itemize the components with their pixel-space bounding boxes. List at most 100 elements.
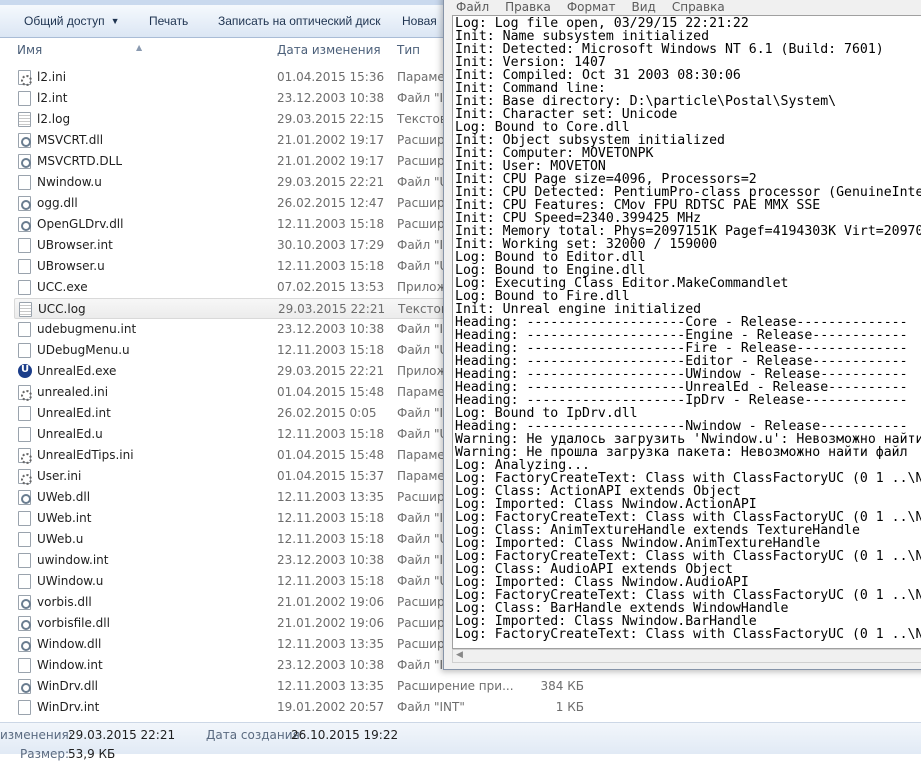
file-type: Текстов [397, 112, 447, 126]
file-date: 21.01.2002 19:06 [277, 595, 385, 609]
file-date: 23.12.2003 10:38 [277, 322, 385, 336]
print-button[interactable]: Печать [149, 14, 188, 28]
file-file-icon [18, 259, 31, 274]
file-date: 12.11.2003 15:18 [277, 532, 385, 546]
burn-disc-button[interactable]: Записать на оптический диск [218, 14, 381, 28]
share-button[interactable]: Общий доступ ▼ [24, 14, 120, 28]
ini-file-icon [18, 469, 32, 485]
file-name: UnrealEd.exe [37, 364, 117, 378]
file-row[interactable]: UCC.log 29.03.2015 22:21 Текстов [14, 298, 454, 319]
file-row[interactable]: WinDrv.dll 12.11.2003 13:35 Расширение п… [14, 676, 914, 697]
file-type: Текстов [398, 302, 448, 316]
file-size: 384 КБ [540, 679, 584, 693]
column-date[interactable]: Дата изменения [277, 43, 381, 57]
file-date: 21.01.2002 19:17 [277, 133, 385, 147]
horizontal-scrollbar[interactable]: ◀ [452, 649, 921, 663]
menu-item[interactable]: Файл [456, 0, 489, 15]
dll-file-icon [18, 679, 31, 694]
file-type: Расшир [397, 196, 445, 210]
file-name: UnrealEdTips.ini [37, 448, 134, 462]
txt-file-icon [18, 112, 31, 127]
file-name: UCC.log [38, 302, 86, 316]
file-type: Файл "U [397, 427, 449, 441]
dll-file-icon [18, 637, 31, 652]
menu-item[interactable]: Справка [672, 0, 725, 15]
file-file-icon [18, 700, 31, 715]
file-date: 26.02.2015 0:05 [277, 406, 377, 420]
file-type: Расшир [397, 154, 445, 168]
file-file-icon [18, 406, 31, 421]
column-type[interactable]: Тип [397, 43, 420, 57]
file-file-icon [18, 91, 31, 106]
file-name: ogg.dll [37, 196, 78, 210]
menu-item[interactable]: Вид [632, 0, 656, 15]
file-name: UWeb.int [37, 511, 92, 525]
file-name: User.ini [37, 469, 82, 483]
scroll-left-icon[interactable]: ◀ [456, 650, 463, 660]
file-type: Расшир [397, 595, 445, 609]
file-file-icon [18, 427, 31, 442]
file-name: UWindow.u [37, 574, 104, 588]
column-name[interactable]: Имя [17, 43, 42, 57]
dll-file-icon [18, 133, 31, 148]
file-file-icon [18, 532, 31, 547]
text-area[interactable]: Log: Log file open, 03/29/15 22:21:22 Ini… [452, 15, 921, 649]
file-type: Файл "U [397, 532, 449, 546]
ini-file-icon [18, 385, 32, 401]
file-name: uwindow.int [37, 553, 109, 567]
file-type: Расшир [397, 616, 445, 630]
file-file-icon [18, 511, 31, 526]
file-date: 12.11.2003 15:18 [277, 574, 385, 588]
file-file-icon [18, 175, 31, 190]
file-date: 26.02.2015 12:47 [277, 196, 385, 210]
file-name: unrealed.ini [37, 385, 109, 399]
file-date: 01.04.2015 15:48 [277, 448, 385, 462]
file-type: Расшир [397, 217, 445, 231]
menu-item[interactable]: Правка [505, 0, 551, 15]
file-name: l2.log [37, 112, 71, 126]
size-value: 53,9 КБ [68, 747, 116, 761]
dll-file-icon [18, 616, 31, 631]
created-value: 26.10.2015 19:22 [291, 728, 399, 742]
file-name: UnrealEd.u [37, 427, 103, 441]
menu-item[interactable]: Формат [567, 0, 616, 15]
file-type: Файл "INT" [397, 700, 465, 714]
file-file-icon [18, 658, 31, 673]
file-name: OpenGLDrv.dll [37, 217, 124, 231]
file-name: UBrowser.int [37, 238, 113, 252]
file-date: 01.04.2015 15:37 [277, 469, 385, 483]
file-date: 29.03.2015 22:21 [277, 364, 385, 378]
file-date: 12.11.2003 13:35 [277, 637, 385, 651]
ini-file-icon [18, 70, 32, 86]
file-type: Файл "U [397, 175, 449, 189]
file-name: UDebugMenu.u [37, 343, 130, 357]
new-folder-button[interactable]: Новая [402, 14, 437, 28]
file-file-icon [18, 553, 31, 568]
file-date: 19.01.2002 20:57 [277, 700, 385, 714]
file-date: 12.11.2003 15:18 [277, 217, 385, 231]
modified-value: 29.03.2015 22:21 [68, 728, 176, 742]
file-type: Файл "U [397, 343, 449, 357]
dll-file-icon [18, 595, 31, 610]
menu-bar: Файл Правка Формат Вид Справка [444, 0, 921, 15]
file-date: 30.10.2003 17:29 [277, 238, 385, 252]
sort-arrow-icon: ▲ [136, 43, 143, 52]
dll-file-icon [18, 217, 31, 232]
file-name: WinDrv.int [37, 700, 100, 714]
file-date: 12.11.2003 15:18 [277, 427, 385, 441]
log-line: Log: FactoryCreateText: Class with Class… [455, 627, 921, 642]
file-file-icon [18, 280, 31, 295]
file-name: Nwindow.u [37, 175, 102, 189]
file-date: 12.11.2003 13:35 [277, 679, 385, 693]
modified-label: изменения: [0, 728, 73, 742]
dll-file-icon [18, 490, 31, 505]
file-name: Window.int [37, 658, 103, 672]
file-name: l2.ini [37, 70, 67, 84]
file-type: Расшир [397, 133, 445, 147]
file-size: 1 КБ [555, 700, 584, 714]
file-file-icon [18, 238, 31, 253]
file-name: UBrowser.u [37, 259, 105, 273]
file-row[interactable]: WinDrv.int 19.01.2002 20:57 Файл "INT" 1 … [14, 697, 914, 718]
file-date: 29.03.2015 22:15 [277, 112, 385, 126]
file-date: 12.11.2003 15:18 [277, 259, 385, 273]
